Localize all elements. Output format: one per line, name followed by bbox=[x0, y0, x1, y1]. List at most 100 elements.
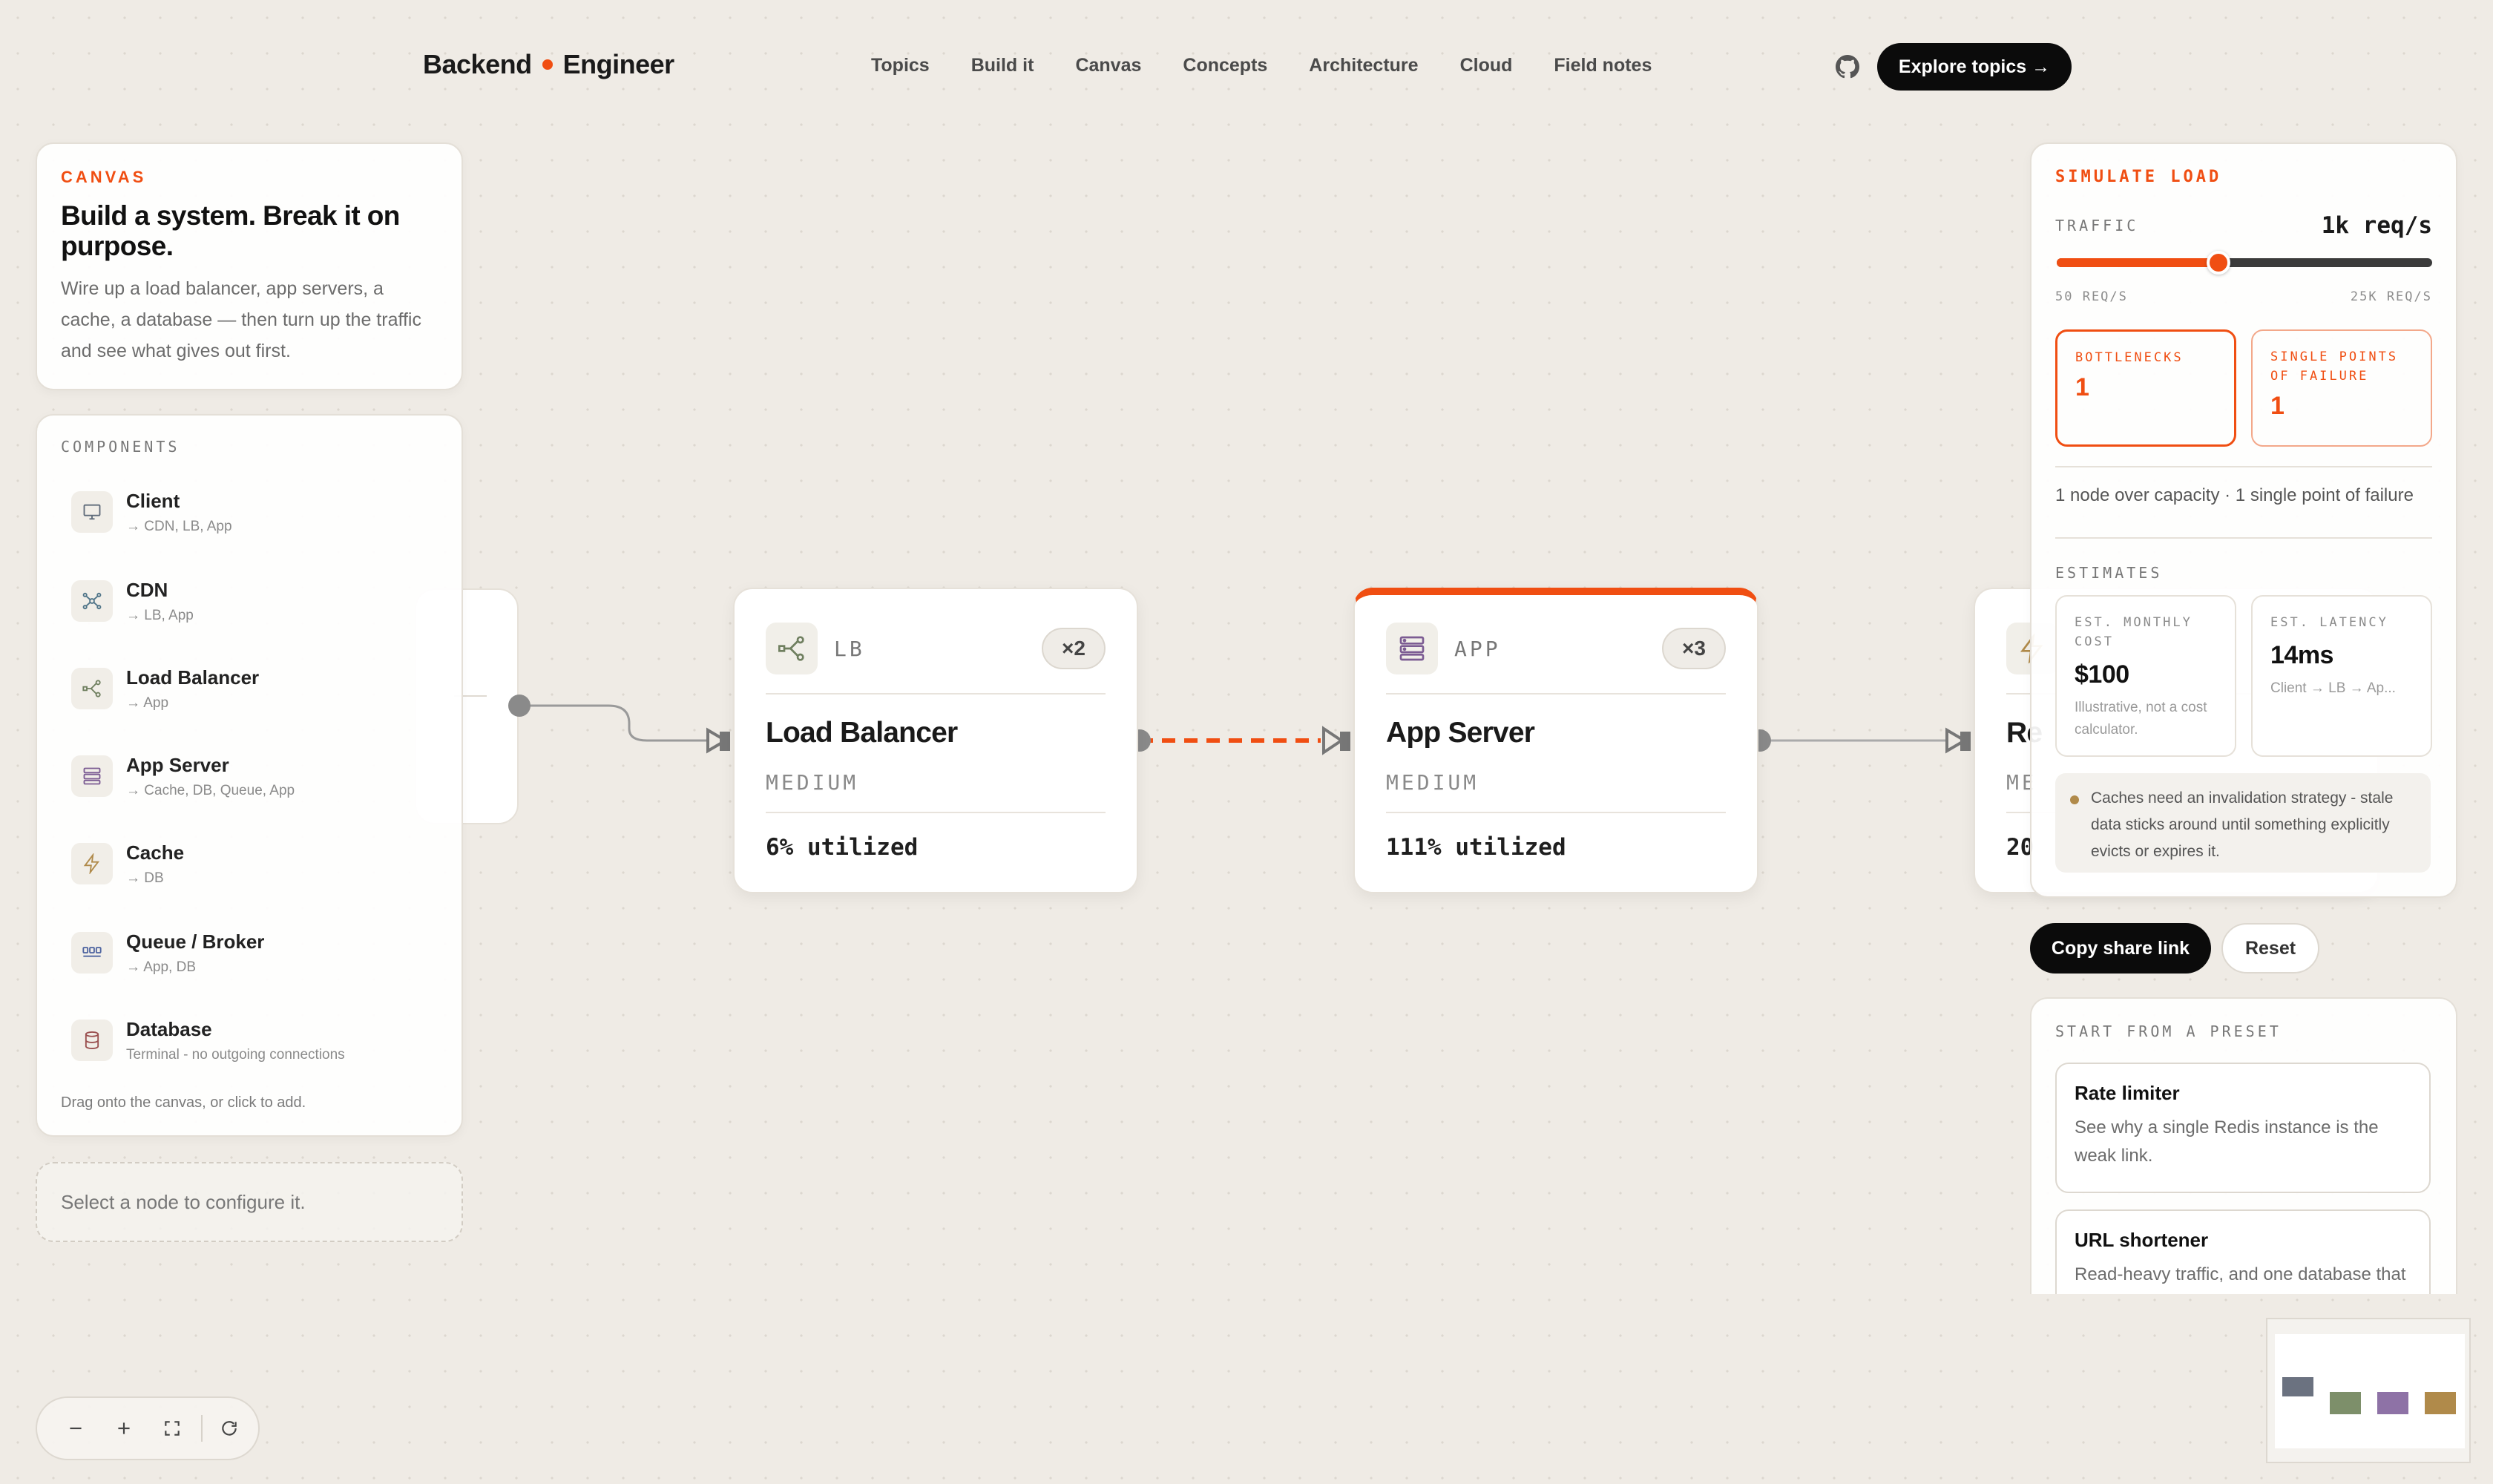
component-targets: → CDN, LB, App bbox=[126, 519, 232, 534]
component-targets: Terminal - no outgoing connections bbox=[126, 1047, 345, 1063]
replica-count-badge[interactable]: ×2 bbox=[1042, 628, 1106, 669]
minimap-viewport[interactable] bbox=[2275, 1334, 2465, 1448]
component-cache[interactable]: Cache → DB bbox=[71, 834, 184, 908]
node-header: APP ×3 bbox=[1386, 622, 1726, 675]
component-name: Cache bbox=[126, 841, 185, 864]
minimap[interactable] bbox=[2266, 1318, 2471, 1463]
cost-value: $100 bbox=[2075, 660, 2129, 689]
capacity-status: 1 node over capacity · 1 single point of… bbox=[2055, 485, 2414, 505]
database-icon bbox=[71, 1020, 113, 1061]
component-targets: → App bbox=[126, 695, 169, 711]
component-name: App Server bbox=[126, 754, 229, 776]
monthly-cost-card: EST. MONTHLY COST $100 Illustrative, not… bbox=[2055, 595, 2236, 757]
split-icon bbox=[766, 623, 818, 674]
node-app-server[interactable]: APP ×3 App Server MEDIUM 111% utilized bbox=[1353, 588, 1758, 893]
component-queue[interactable]: Queue / Broker → App, DB bbox=[71, 923, 264, 997]
drag-hint: Drag onto the canvas, or click to add. bbox=[61, 1094, 306, 1111]
node-title: App Server bbox=[1386, 717, 1535, 749]
node-config-placeholder: Select a node to configure it. bbox=[36, 1162, 463, 1242]
edge-handle[interactable] bbox=[508, 695, 531, 717]
server-icon bbox=[1386, 623, 1438, 674]
slider-thumb[interactable] bbox=[2206, 251, 2230, 275]
bolt-icon bbox=[71, 843, 113, 884]
edge-client-lb[interactable] bbox=[519, 704, 709, 742]
components-palette: COMPONENTS Client → CDN, LB, App CDN → LB,… bbox=[36, 414, 463, 1137]
cost-label: EST. MONTHLY COST bbox=[2075, 615, 2193, 649]
node-utilization: 6% utilized bbox=[766, 834, 919, 861]
component-targets: → App, DB bbox=[126, 959, 196, 975]
node-header: LB ×2 bbox=[766, 622, 1106, 675]
traffic-label: TRAFFIC bbox=[2055, 217, 2139, 234]
bottlenecks-label: BOTTLENECKS bbox=[2075, 350, 2184, 365]
minimap-node-lb bbox=[2330, 1392, 2361, 1414]
node-title: Load Balancer bbox=[766, 717, 958, 749]
preset-desc: See why a single Redis instance is the w… bbox=[2075, 1117, 2379, 1166]
intro-title: Build a system. Break it on purpose. bbox=[61, 200, 400, 261]
preset-name: Rate limiter bbox=[2075, 1082, 2180, 1104]
component-database[interactable]: Database Terminal - no outgoing connectio… bbox=[71, 1011, 345, 1085]
component-name: Database bbox=[126, 1018, 212, 1040]
server-icon bbox=[71, 755, 113, 797]
estimates-label: ESTIMATES bbox=[2055, 564, 2163, 582]
split-icon bbox=[71, 668, 113, 709]
component-name: Client bbox=[126, 490, 180, 512]
components-label: COMPONENTS bbox=[61, 438, 180, 456]
presets-label: START FROM A PRESET bbox=[2055, 1022, 2282, 1040]
slider-max-label: 25K REQ/S bbox=[2350, 289, 2432, 304]
node-tier: MEDIUM bbox=[1386, 770, 1479, 795]
component-targets: → Cache, DB, Queue, App bbox=[126, 783, 295, 798]
cost-note: Illustrative, not a cost calculator. bbox=[2075, 700, 2207, 738]
component-name: Load Balancer bbox=[126, 666, 260, 689]
latency-value: 14ms bbox=[2270, 641, 2333, 669]
preset-name: URL shortener bbox=[2075, 1229, 2209, 1251]
zoom-controls bbox=[36, 1396, 260, 1460]
minimap-node-app bbox=[2377, 1392, 2408, 1414]
traffic-value: 1k req/s bbox=[2321, 212, 2432, 239]
preset-url-shortener[interactable]: URL shortener Read-heavy traffic, and on… bbox=[2055, 1209, 2431, 1294]
simulate-load-panel: SIMULATE LOAD TRAFFIC 1k req/s 50 REQ/S … bbox=[2030, 142, 2457, 898]
component-name: Queue / Broker bbox=[126, 930, 265, 953]
spof-card[interactable]: SINGLE POINTS OF FAILURE 1 bbox=[2251, 329, 2432, 447]
slider-min-label: 50 REQ/S bbox=[2055, 289, 2128, 304]
traffic-slider[interactable] bbox=[2057, 251, 2432, 275]
component-load-balancer[interactable]: Load Balancer → App bbox=[71, 659, 259, 733]
reset-view-icon[interactable] bbox=[210, 1409, 248, 1448]
latency-label: EST. LATENCY bbox=[2270, 615, 2388, 630]
intro-body: Wire up a load balancer, app servers, a … bbox=[61, 278, 421, 361]
monitor-icon bbox=[71, 491, 113, 533]
reset-button[interactable]: Reset bbox=[2221, 923, 2319, 974]
simulate-label: SIMULATE LOAD bbox=[2055, 168, 2222, 186]
zoom-out-icon[interactable] bbox=[56, 1409, 94, 1448]
node-tier: MEDIUM bbox=[766, 770, 859, 795]
component-cdn[interactable]: CDN → LB, App bbox=[71, 571, 194, 646]
bottlenecks-card[interactable]: BOTTLENECKS 1 bbox=[2055, 329, 2236, 447]
component-targets: → LB, App bbox=[126, 608, 194, 623]
fit-view-icon[interactable] bbox=[153, 1409, 191, 1448]
minimap-node-cache bbox=[2425, 1392, 2456, 1414]
component-client[interactable]: Client → CDN, LB, App bbox=[71, 482, 232, 556]
node-kind: LB bbox=[834, 636, 865, 661]
minimap-node-client bbox=[2282, 1377, 2313, 1396]
spof-label: SINGLE POINTS OF FAILURE bbox=[2270, 349, 2399, 384]
latency-note: Client → LB → Ap... bbox=[2270, 680, 2396, 696]
bottlenecks-value: 1 bbox=[2075, 373, 2089, 401]
component-targets: → DB bbox=[126, 870, 164, 886]
slider-range: 50 REQ/S 25K REQ/S bbox=[2055, 289, 2432, 304]
preset-rate-limiter[interactable]: Rate limiter See why a single Redis inst… bbox=[2055, 1063, 2431, 1193]
network-icon bbox=[71, 580, 113, 622]
presets-panel: START FROM A PRESET Rate limiter See why… bbox=[2030, 997, 2457, 1294]
intro-card: CANVAS Build a system. Break it on purpo… bbox=[36, 142, 463, 390]
node-kind: APP bbox=[1454, 636, 1501, 661]
component-app-server[interactable]: App Server → Cache, DB, Queue, App bbox=[71, 746, 295, 821]
node-load-balancer[interactable]: LB ×2 Load Balancer MEDIUM 6% utilized bbox=[733, 588, 1138, 893]
zoom-in-icon[interactable] bbox=[105, 1409, 142, 1448]
tip-text: Caches need an invalidation strategy - s… bbox=[2091, 789, 2394, 860]
copy-share-link-button[interactable]: Copy share link bbox=[2030, 923, 2211, 974]
preset-desc: Read-heavy traffic, and one database tha… bbox=[2075, 1264, 2406, 1284]
replica-count-badge[interactable]: ×3 bbox=[1662, 628, 1726, 669]
slider-fill bbox=[2057, 258, 2218, 267]
queue-icon bbox=[71, 932, 113, 974]
tip-bullet bbox=[2070, 795, 2079, 804]
spof-value: 1 bbox=[2270, 392, 2285, 420]
traffic-row: TRAFFIC 1k req/s bbox=[2055, 212, 2432, 239]
